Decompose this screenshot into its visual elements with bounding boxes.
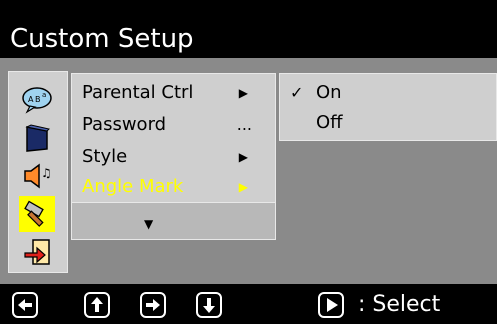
option-label: Off (316, 112, 343, 133)
svg-text:B: B (35, 95, 41, 104)
svg-text:♫: ♫ (41, 166, 52, 180)
angle-mark-submenu: ✓ On Off (279, 73, 497, 141)
submenu-arrow-icon: ▶ (238, 150, 248, 164)
option-off[interactable]: Off (290, 110, 490, 136)
svg-text:A: A (28, 95, 34, 104)
osd-screen: Custom Setup A B a ♫ Parental Ctrl ▶ Pas… (0, 0, 497, 324)
svg-text:a: a (42, 91, 46, 99)
right-arrow-icon[interactable] (140, 292, 166, 318)
menu-item-label: Password (82, 114, 167, 135)
title-bar: Custom Setup (0, 0, 497, 58)
submenu-arrow-icon: ▶ (238, 86, 248, 100)
up-arrow-icon[interactable] (84, 292, 110, 318)
left-arrow-icon[interactable] (12, 292, 38, 318)
down-arrow-icon[interactable] (196, 292, 222, 318)
option-on[interactable]: ✓ On (290, 80, 490, 106)
language-bubble-icon[interactable]: A B a (19, 82, 55, 118)
setup-menu: Parental Ctrl ▶ Password ... Style ▶ Ang… (71, 73, 276, 240)
menu-item-style[interactable]: Style ▶ (82, 144, 262, 170)
scroll-down-icon: ▼ (144, 217, 154, 231)
select-hint-label: : Select (358, 292, 441, 317)
menu-item-password[interactable]: Password ... (82, 112, 262, 138)
category-icon-column: A B a ♫ (8, 71, 68, 273)
menu-item-label: Angle Mark (82, 176, 184, 197)
display-icon[interactable] (19, 120, 55, 156)
menu-item-label: Parental Ctrl (82, 82, 194, 103)
option-label: On (316, 82, 342, 103)
audio-icon[interactable]: ♫ (19, 158, 55, 194)
page-title: Custom Setup (10, 24, 194, 54)
submenu-arrow-icon: ▶ (238, 180, 248, 194)
menu-item-angle-mark[interactable]: Angle Mark ▶ (82, 174, 262, 200)
menu-item-parental-ctrl[interactable]: Parental Ctrl ▶ (82, 80, 262, 106)
control-bar: : Select (0, 284, 497, 324)
tools-icon[interactable] (19, 196, 55, 232)
ellipsis-icon: ... (236, 115, 252, 134)
scroll-down-area[interactable]: ▼ (72, 202, 275, 239)
menu-panel: A B a ♫ Parental Ctrl ▶ Password ... Sty… (0, 58, 497, 284)
play-icon[interactable] (318, 292, 344, 318)
menu-item-label: Style (82, 146, 128, 167)
exit-icon[interactable] (19, 234, 55, 270)
check-icon: ✓ (290, 83, 304, 102)
